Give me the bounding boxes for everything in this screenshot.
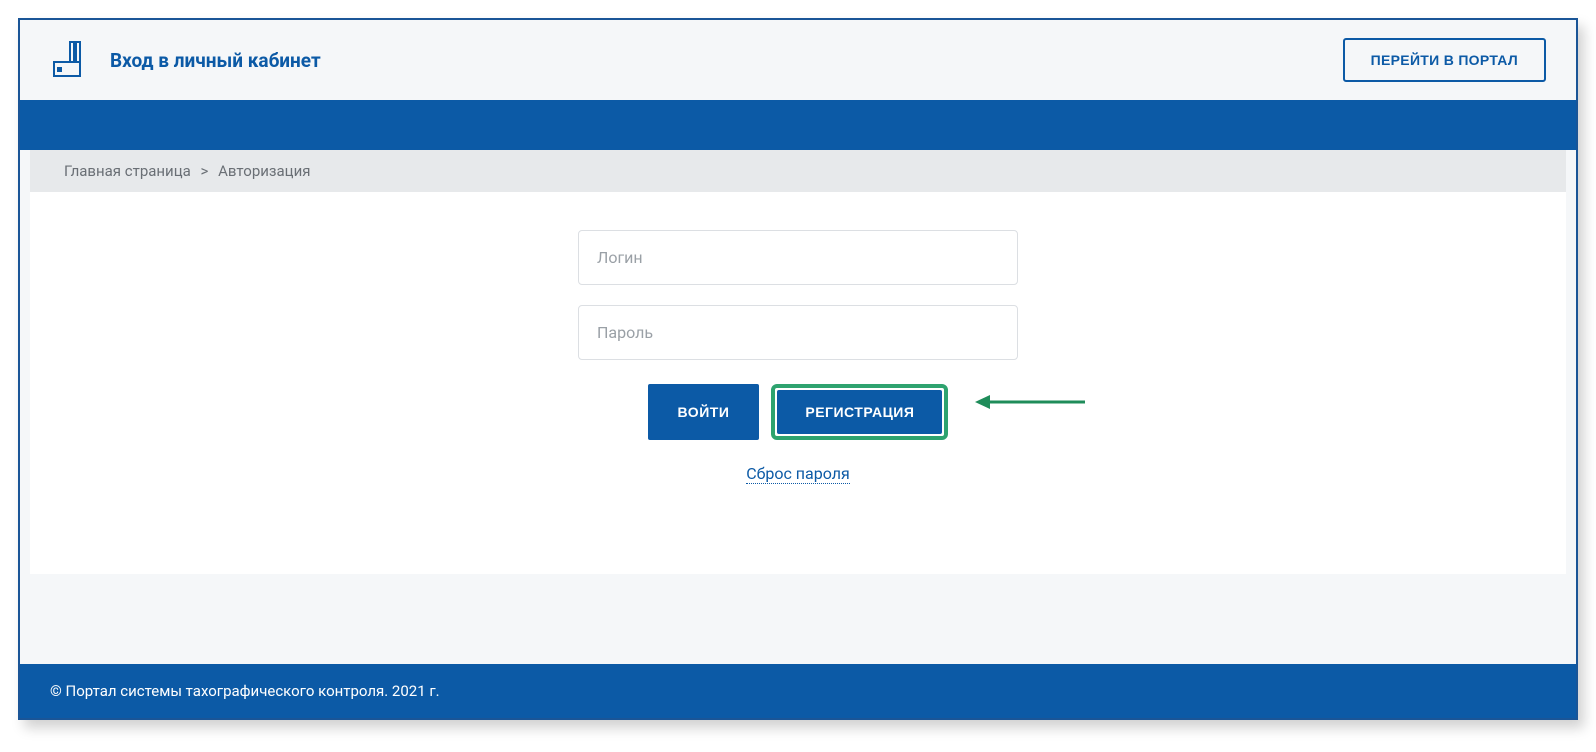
content-wrapper: ВОЙТИ РЕГИСТРАЦИЯ Сброс пароля (30, 192, 1566, 574)
header: Вход в личный кабинет ПЕРЕЙТИ В ПОРТАЛ (20, 20, 1576, 100)
breadcrumb-current: Авторизация (218, 162, 310, 180)
nav-bar (20, 100, 1576, 150)
register-button[interactable]: РЕГИСТРАЦИЯ (777, 390, 942, 434)
factory-icon (50, 38, 90, 82)
footer: © Портал системы тахографического контро… (20, 664, 1576, 718)
reset-link-row: Сброс пароля (578, 464, 1018, 483)
button-row: ВОЙТИ РЕГИСТРАЦИЯ (578, 384, 1018, 440)
reset-password-link[interactable]: Сброс пароля (746, 464, 850, 484)
breadcrumb: Главная страница > Авторизация (30, 150, 1566, 192)
login-input[interactable] (578, 230, 1018, 285)
page-title: Вход в личный кабинет (110, 49, 321, 72)
login-button[interactable]: ВОЙТИ (648, 384, 760, 440)
breadcrumb-separator: > (201, 162, 209, 180)
register-highlight: РЕГИСТРАЦИЯ (771, 384, 948, 440)
password-input[interactable] (578, 305, 1018, 360)
go-to-portal-button[interactable]: ПЕРЕЙТИ В ПОРТАЛ (1343, 38, 1546, 82)
footer-copyright: © Портал системы тахографического контро… (50, 682, 440, 700)
page-frame: Вход в личный кабинет ПЕРЕЙТИ В ПОРТАЛ Г… (18, 18, 1578, 720)
login-form: ВОЙТИ РЕГИСТРАЦИЯ Сброс пароля (578, 230, 1018, 483)
footer-spacer (20, 574, 1576, 664)
breadcrumb-home[interactable]: Главная страница (64, 162, 191, 180)
header-left: Вход в личный кабинет (50, 38, 321, 82)
